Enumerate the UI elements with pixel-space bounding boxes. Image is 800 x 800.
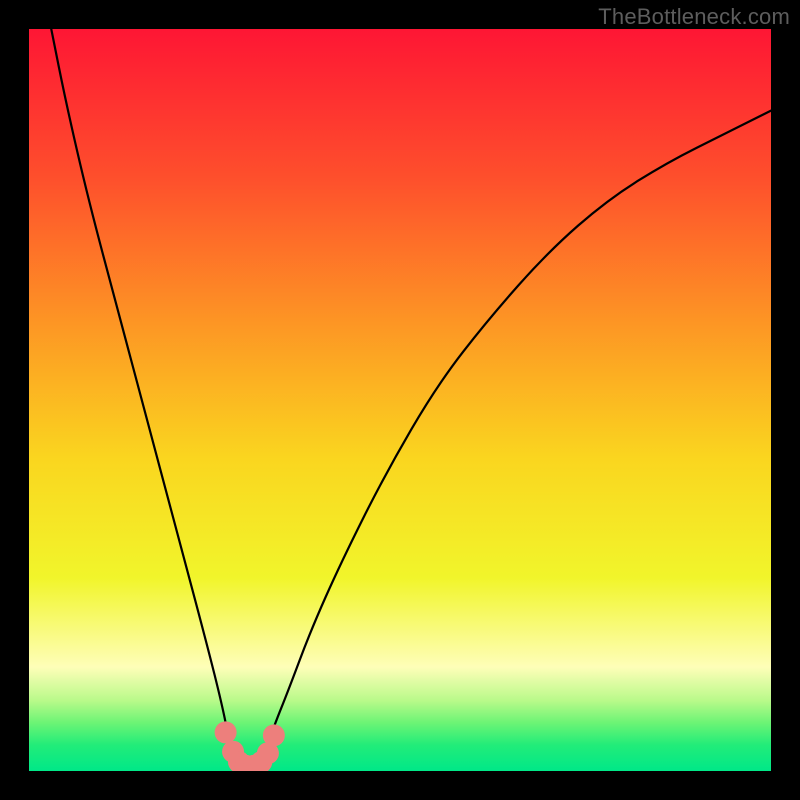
bottleneck-curve — [51, 29, 771, 771]
curve-layer — [29, 29, 771, 771]
plot-area — [29, 29, 771, 771]
chart-frame: TheBottleneck.com — [0, 0, 800, 800]
marker-dot — [215, 721, 237, 743]
watermark-text: TheBottleneck.com — [598, 4, 790, 30]
low-band-markers — [215, 721, 285, 771]
marker-dot — [263, 724, 285, 746]
